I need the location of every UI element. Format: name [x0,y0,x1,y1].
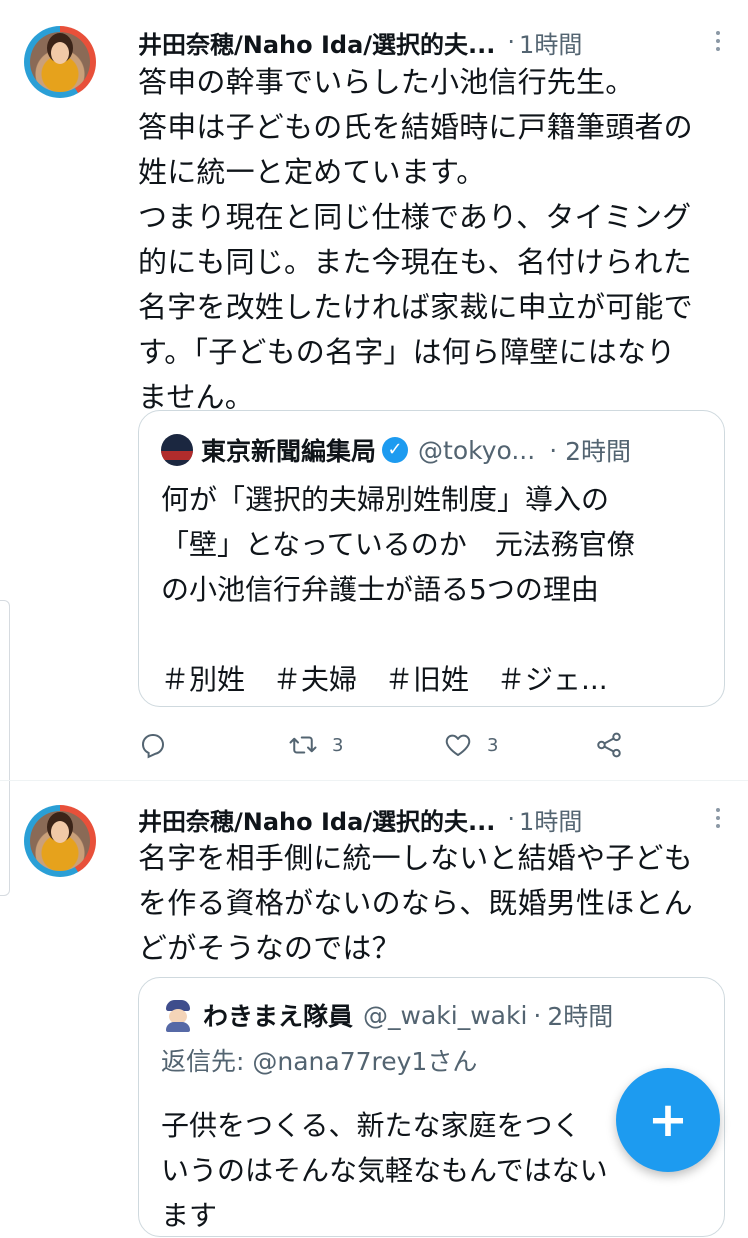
author-avatar[interactable] [24,26,96,98]
quoted-author-name[interactable]: わきまえ隊員 [203,997,353,1033]
quoted-text: 何が「選択的夫婦別姓制度」導入の 「壁」となっているのか 元法務官僚 の小池信行… [161,477,706,702]
tweet-text: 答申の幹事でいらした小池信行先生。 答申は子どもの氏を結婚時に戸籍筆頭者の 姓に… [138,60,728,420]
text-line: の小池信行弁護士が語る5つの理由 [161,573,599,606]
tweet[interactable]: 井田奈穂/Naho Ida/選択的夫... · 1時間 答申の幹事でいらした小池… [0,0,748,781]
retweet-icon [289,736,317,754]
text-line: つまり現在と同じ仕様であり、タイミング [138,200,692,234]
text-line: 名字を改姓したければ家裁に申立が可能で [138,290,693,324]
text-line: いうのはそんな気軽なもんではない [161,1154,608,1187]
separator-dot: · [507,805,516,833]
quoted-avatar[interactable] [161,998,195,1032]
text-line [161,612,706,657]
more-icon[interactable] [708,28,728,56]
tweet-actions: 3 3 [138,725,638,765]
retweet-button[interactable]: 3 [288,725,343,765]
author-name[interactable]: 井田奈穂/Naho Ida/選択的夫... [138,802,495,837]
text-line: どがそうなのでは？ [138,931,401,965]
tweet-text: 名字を相手側に統一しないと結婚や子ども を作る資格がないのなら、既婚男性ほとん … [138,836,728,971]
tweet-time[interactable]: 1時間 [519,802,582,837]
quoted-time[interactable]: 2時間 [547,997,613,1033]
text-line: 何が「選択的夫婦別姓制度」導入の [161,483,610,516]
like-button[interactable]: 3 [443,725,498,765]
text-line: 名字を相手側に統一しないと結婚や子ども [138,841,693,875]
like-count: 3 [487,734,499,756]
reply-button[interactable] [138,725,182,765]
quoted-tweet[interactable]: 東京新聞編集局 ✓ @tokyo... · 2時間 何が「選択的夫婦別姓制度」導… [138,410,725,707]
quoted-handle[interactable]: @tokyo... [418,436,535,465]
share-button[interactable] [594,725,624,765]
text-line: 答申の幹事でいらした小池信行先生。 [138,65,635,99]
tweet-header: 井田奈穂/Naho Ida/選択的夫... · 1時間 [138,799,728,839]
tweet-time[interactable]: 1時間 [519,25,582,60]
quoted-tweet-header: 東京新聞編集局 ✓ @tokyo... · 2時間 [161,433,631,467]
text-line: を作る資格がないのなら、既婚男性ほとん [138,886,693,920]
text-line: 「壁」となっているのか 元法務官僚 [161,528,635,561]
separator-dot: · [549,435,558,465]
separator-dot: · [507,28,516,56]
quoted-tweet-header: わきまえ隊員 @_waki_waki · 2時間 [161,998,613,1032]
hashtags[interactable]: ＃別姓 ＃夫婦 ＃旧姓 ＃ジェ... [161,657,706,702]
quoted-time[interactable]: 2時間 [565,432,631,468]
compose-button[interactable]: + [616,1068,720,1172]
text-line: す。「子どもの名字」は何ら障壁にはなり [138,335,676,369]
quoted-avatar[interactable] [161,434,193,466]
quoted-handle[interactable]: @_waki_waki [363,1001,527,1030]
quoted-author-name[interactable]: 東京新聞編集局 [201,432,376,468]
author-avatar[interactable] [24,805,96,877]
like-icon [445,734,471,756]
text-line: 姓に統一と定めています。 [138,155,486,189]
separator-dot: · [533,1000,542,1030]
verified-icon: ✓ [382,437,409,463]
more-icon[interactable] [708,805,728,833]
author-name[interactable]: 井田奈穂/Naho Ida/選択的夫... [138,25,495,60]
text-line: 答申は子どもの氏を結婚時に戸籍筆頭者の [138,110,693,144]
tweet-header: 井田奈穂/Naho Ida/選択的夫... · 1時間 [138,22,728,62]
text-line: 的にも同じ。また今現在も、名付けられた [138,245,692,279]
compose-icon: + [647,1092,689,1148]
retweet-count: 3 [332,734,344,756]
reply-to-label[interactable]: 返信先: @nana77rey1さん [161,1042,477,1078]
share-icon [597,732,621,758]
reply-icon [141,734,165,759]
